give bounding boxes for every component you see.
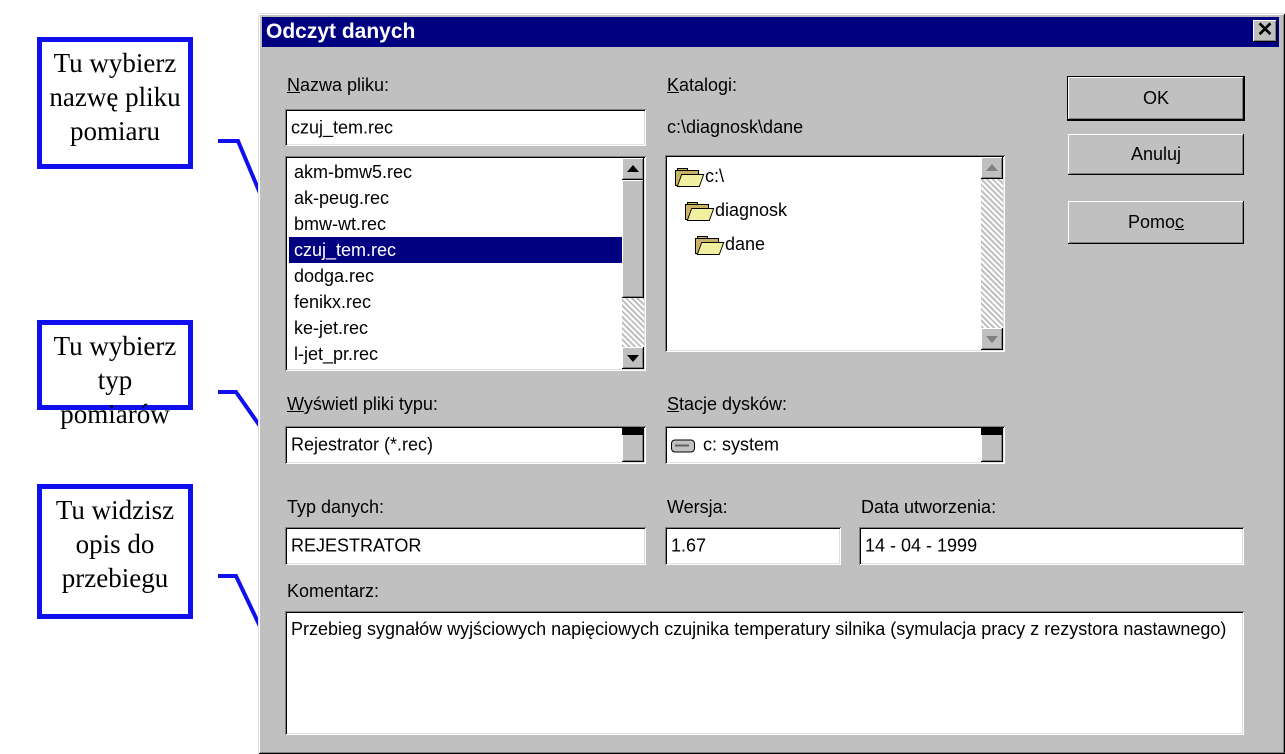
cancel-button[interactable]: Anuluj <box>1068 134 1244 175</box>
open-folder-icon <box>675 168 705 188</box>
file-type-value: Rejestrator (*.rec) <box>291 434 434 455</box>
close-icon: ✕ <box>1256 19 1274 41</box>
file-list-scrollbar[interactable] <box>622 158 644 369</box>
scroll-up-button[interactable] <box>622 158 644 180</box>
file-name-input[interactable]: czuj_tem.rec <box>285 109 646 146</box>
list-item-selected[interactable]: czuj_tem.rec <box>289 237 622 263</box>
list-item[interactable]: bmw-wt.rec <box>289 211 622 237</box>
current-path: c:\diagnosk\dane <box>667 117 804 137</box>
list-item[interactable]: ak-peug.rec <box>289 185 622 211</box>
hard-drive-icon <box>671 439 695 453</box>
directory-scrollbar[interactable] <box>981 157 1003 350</box>
drives-label: Stacje dysków: <box>667 394 788 414</box>
comment-textarea[interactable]: Przebieg sygnałów wyjściowych napięciowy… <box>285 611 1244 735</box>
tree-item[interactable]: dane <box>695 229 765 259</box>
created-date-field: 14 - 04 - 1999 <box>859 527 1244 565</box>
chevron-down-icon <box>981 428 1003 435</box>
drives-select[interactable]: c: system <box>665 426 1005 464</box>
data-type-label: Typ danych: <box>287 497 385 517</box>
arrow-up-icon <box>986 164 998 171</box>
chevron-down-icon <box>622 428 644 435</box>
scroll-down-button[interactable] <box>622 347 644 369</box>
file-list[interactable]: akm-bmw5.rec ak-peug.rec bmw-wt.rec czuj… <box>285 156 646 371</box>
open-folder-icon <box>695 236 725 256</box>
arrow-down-icon <box>627 355 639 362</box>
close-button[interactable]: ✕ <box>1253 20 1277 42</box>
version-value: 1.67 <box>671 535 707 556</box>
scroll-down-button[interactable] <box>981 328 1003 350</box>
list-item[interactable]: akm-bmw5.rec <box>289 159 622 185</box>
created-date-label: Data utworzenia: <box>861 497 997 517</box>
list-item[interactable]: fenikx.rec <box>289 289 622 315</box>
tree-item[interactable]: diagnosk <box>685 195 787 225</box>
version-label: Wersja: <box>667 497 728 517</box>
dialog-titlebar[interactable]: Odczyt danych ✕ <box>262 17 1279 47</box>
open-data-dialog: Odczyt danych ✕ Nazwa pliku: czuj_tem.re… <box>258 13 1285 754</box>
file-name-value: czuj_tem.rec <box>291 117 394 137</box>
version-field: 1.67 <box>665 527 841 565</box>
comment-value: Przebieg sygnałów wyjściowych napięciowy… <box>291 619 1227 639</box>
list-item[interactable]: ke-jet.rec <box>289 315 622 341</box>
data-type-field: REJESTRATOR <box>285 527 646 565</box>
scroll-up-button[interactable] <box>981 157 1003 179</box>
file-name-label: Nazwa pliku: <box>287 75 390 95</box>
file-type-label: Wyświetl pliki typu: <box>287 394 438 414</box>
list-item[interactable]: dodga.rec <box>289 263 622 289</box>
comment-label: Komentarz: <box>287 581 380 601</box>
arrow-down-icon <box>986 336 998 343</box>
tree-item[interactable]: c:\ <box>675 161 724 191</box>
directory-tree[interactable]: c:\ diagnosk dane <box>665 155 1005 352</box>
help-button[interactable]: Pomoc <box>1068 201 1244 244</box>
drives-value: c: system <box>703 434 780 455</box>
directories-label: Katalogi: <box>667 75 738 95</box>
dialog-title: Odczyt danych <box>266 20 416 43</box>
dropdown-button[interactable] <box>981 428 1003 462</box>
scroll-thumb[interactable] <box>622 180 644 298</box>
created-date-value: 14 - 04 - 1999 <box>865 535 978 556</box>
list-item[interactable]: l-jet_pr.rec <box>289 341 622 367</box>
open-folder-icon <box>685 202 715 222</box>
file-type-select[interactable]: Rejestrator (*.rec) <box>285 426 646 464</box>
ok-button[interactable]: OK <box>1068 77 1244 120</box>
arrow-up-icon <box>627 165 639 172</box>
data-type-value: REJESTRATOR <box>291 535 422 556</box>
dropdown-button[interactable] <box>622 428 644 462</box>
